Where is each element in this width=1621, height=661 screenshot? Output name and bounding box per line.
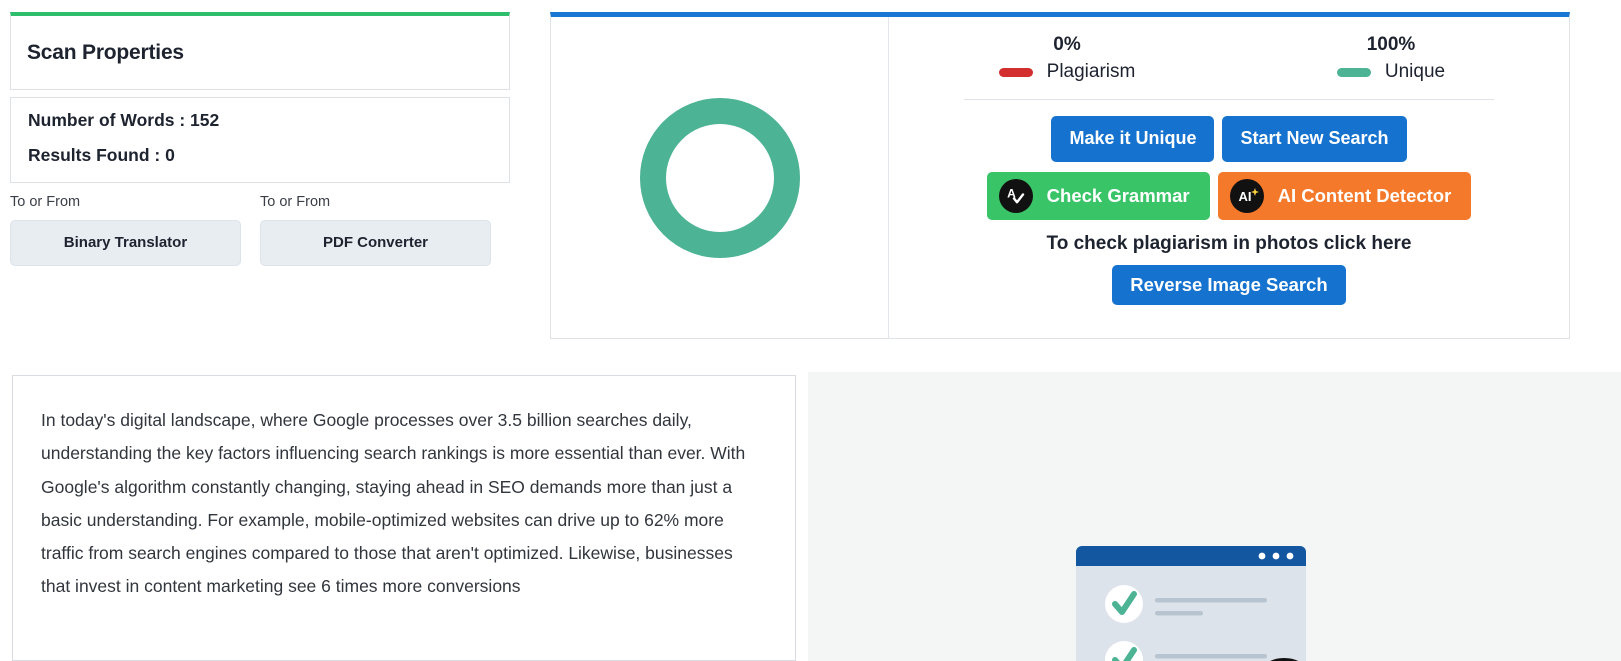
- results-found-stat: Results Found : 0: [28, 144, 175, 165]
- plagiarism-legend-body: Plagiarism: [957, 60, 1177, 83]
- tool-block-binary-translator: To or From Binary Translator: [10, 194, 241, 266]
- scan-results-card: 0% Plagiarism 100% Unique Make it Unique…: [550, 12, 1570, 339]
- plagiarism-label: Plagiarism: [1046, 60, 1136, 82]
- unique-legend-body: Unique: [1281, 60, 1501, 83]
- illustration-panel: [808, 372, 1621, 661]
- reverse-image-search-button[interactable]: Reverse Image Search: [1112, 264, 1346, 305]
- unique-percent: 100%: [1366, 34, 1416, 55]
- scan-statistics-card: Number of Words : 152 Results Found : 0: [10, 97, 510, 183]
- results-info-pane: 0% Plagiarism 100% Unique Make it Unique…: [889, 17, 1569, 338]
- legend-divider: [964, 98, 1494, 100]
- donut-chart-pane: [551, 17, 889, 338]
- tool-block-pdf-converter: To or From PDF Converter: [260, 194, 491, 266]
- plagiarism-color-swatch-icon: [998, 67, 1033, 77]
- primary-action-row: Make it Unique Start New Search: [1051, 115, 1407, 162]
- legend-item-plagiarism: 0% Plagiarism: [957, 34, 1177, 83]
- scan-properties-header-card: Scan Properties: [10, 12, 510, 90]
- ai-sparkle-icon: AI: [1229, 178, 1264, 213]
- plagiarism-percent: 0%: [1053, 34, 1081, 55]
- result-legend: 0% Plagiarism 100% Unique: [949, 34, 1509, 83]
- word-count-stat: Number of Words : 152: [28, 110, 220, 130]
- unique-color-swatch-icon: [1336, 67, 1371, 77]
- secondary-action-row: A Check Grammar AI AI Content Detector: [986, 171, 1472, 220]
- binary-translator-select[interactable]: Binary Translator: [10, 219, 241, 266]
- ai-content-detector-label: AI Content Detector: [1277, 184, 1452, 206]
- uniqueness-donut-chart: [639, 97, 800, 258]
- scanned-article-text: In today's digital landscape, where Goog…: [41, 410, 746, 597]
- scan-properties-column: Scan Properties Number of Words : 152 Re…: [10, 12, 510, 266]
- check-grammar-label: Check Grammar: [1046, 184, 1190, 206]
- check-grammar-button[interactable]: A Check Grammar: [986, 171, 1210, 220]
- pdf-converter-select[interactable]: PDF Converter: [260, 219, 491, 266]
- binary-translator-label: To or From: [10, 194, 81, 210]
- pdf-converter-label: To or From: [260, 194, 331, 210]
- plagiarism-checker-results-page: Scan Properties Number of Words : 152 Re…: [0, 0, 1621, 661]
- start-new-search-button[interactable]: Start New Search: [1222, 115, 1407, 162]
- unique-label: Unique: [1384, 60, 1446, 82]
- legend-item-unique: 100% Unique: [1281, 34, 1501, 83]
- scanned-text-card[interactable]: In today's digital landscape, where Goog…: [12, 375, 796, 661]
- grammar-check-icon: A: [998, 178, 1033, 213]
- tool-shortcuts-row: To or From Binary Translator To or From …: [10, 194, 510, 266]
- photo-plagiarism-note: To check plagiarism in photos click here: [1046, 232, 1412, 254]
- svg-text:AI: AI: [1238, 189, 1251, 204]
- ai-content-detector-button[interactable]: AI AI Content Detector: [1217, 171, 1472, 220]
- page-title: Scan Properties: [27, 40, 184, 64]
- make-it-unique-button[interactable]: Make it Unique: [1051, 115, 1215, 162]
- checklist-illustration: [1076, 532, 1376, 661]
